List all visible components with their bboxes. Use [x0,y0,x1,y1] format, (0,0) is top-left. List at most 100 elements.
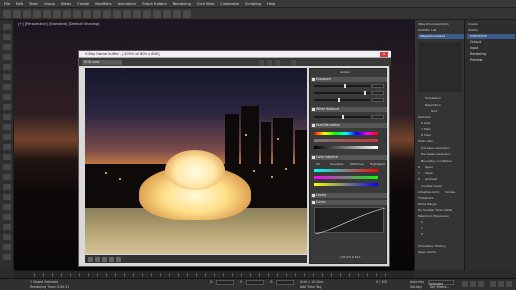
timeline[interactable] [14,270,414,278]
add-time-tag-button[interactable]: Add Time Tag [300,285,321,289]
magenta-green-ramp[interactable] [314,176,378,179]
tab-midtones[interactable]: Midtones [350,162,364,166]
stereo-icon[interactable] [102,256,107,262]
tool-icon[interactable] [3,54,11,60]
next-frame-icon[interactable] [470,281,476,287]
boundary-x-select[interactable]: Open [425,165,433,169]
tool-icon[interactable] [3,124,11,130]
save-icon[interactable] [259,59,264,65]
no-smaller-checkbox[interactable]: No Smaller Than Initial [418,208,452,212]
redo-icon[interactable] [13,9,21,18]
lightness-ramp[interactable] [314,146,378,149]
boundary-y-select[interactable]: Open [425,171,433,175]
auto-key-button[interactable]: Auto Key [410,280,424,284]
tool-icon[interactable] [3,154,11,160]
key-mode-select[interactable]: Selected [428,279,454,286]
tool-icon[interactable] [3,24,11,30]
tool-icon[interactable] [3,164,11,170]
exposure-slider[interactable] [314,84,370,88]
channel-select[interactable]: RGB color [82,59,122,65]
srgb-icon[interactable] [116,256,121,262]
unlink-icon[interactable] [33,9,41,18]
menu-customize[interactable]: Customize [220,2,239,6]
tool-icon[interactable] [3,204,11,210]
slider-knob[interactable] [344,84,346,88]
pan-icon[interactable] [498,281,504,287]
menu-help[interactable]: Help [267,2,275,6]
tool-icon[interactable] [3,84,11,90]
tool-icon[interactable] [3,214,11,220]
max-expansion-checkbox[interactable]: Maximum Expansion [418,214,449,218]
x-coord-field[interactable] [216,280,234,285]
select-icon[interactable] [43,9,51,18]
adaptive-grid-select[interactable]: Smoke [445,190,455,194]
tab-all[interactable]: All [316,162,320,166]
checkbox[interactable] [312,78,315,81]
rotate-icon[interactable] [73,9,81,18]
clear-icon[interactable] [267,59,272,65]
tool-icon[interactable] [3,134,11,140]
modifier-stack-item[interactable]: VRayVolumeGrid [418,34,464,39]
exposure-section[interactable]: Exposure [311,77,387,82]
object-name-field[interactable]: VRayVolumeGrid001 [418,22,449,26]
tool-icon[interactable] [3,94,11,100]
menu-rendering[interactable]: Rendering [173,2,191,6]
tool-icon[interactable] [3,34,11,40]
select-by-name-icon[interactable] [53,9,61,18]
checkbox[interactable] [312,201,315,204]
tab-shadows[interactable]: Shadows [330,162,343,166]
white-balance-value[interactable] [372,115,384,119]
simulation-rollout[interactable]: Simulation [425,96,441,100]
increase-resolution-button[interactable]: Increase resolution [421,146,450,150]
create-tab[interactable]: Create [468,22,478,26]
material-editor-icon[interactable] [153,9,161,18]
modifier-list[interactable]: Modifier List [418,28,436,32]
link-icon[interactable] [23,9,31,18]
rollout-input[interactable]: Input [467,46,515,51]
tool-icon[interactable] [3,64,11,70]
menu-modifiers[interactable]: Modifiers [95,2,111,6]
render-frame-icon[interactable] [173,9,181,18]
highlight-burn-slider[interactable] [314,91,370,95]
contrast-slider[interactable] [314,98,370,102]
white-balance-slider[interactable] [314,115,370,119]
contrast-value[interactable] [372,98,384,102]
tool-icon[interactable] [3,244,11,250]
render-setup-icon[interactable] [163,9,171,18]
menu-scripting[interactable]: Scripting [245,2,261,6]
render-image[interactable] [85,68,307,254]
menu-group[interactable]: Group [44,2,55,6]
tool-icon[interactable] [3,234,11,240]
lut-icon[interactable] [109,256,114,262]
highlight-burn-value[interactable] [372,91,384,95]
tab-highlights[interactable]: Highlights [370,162,385,166]
simulation-history-label[interactable]: Simulation History [418,244,446,248]
mirror-icon[interactable] [113,9,121,18]
menu-views[interactable]: Views [61,2,71,6]
hue-saturation-section[interactable]: Hue/Saturation [311,123,387,128]
scale-icon[interactable] [83,9,91,18]
tool-icon[interactable] [3,224,11,230]
history-icon[interactable] [88,256,93,262]
open-cache-button[interactable]: Open Cache [418,250,436,254]
play-icon[interactable] [462,281,468,287]
move-icon[interactable] [63,9,71,18]
tool-icon[interactable] [3,104,11,110]
menu-tools[interactable]: Tools [29,2,38,6]
confine-geom-label[interactable]: Confine Geom [421,184,442,188]
tool-icon[interactable] [3,74,11,80]
exposure-value[interactable] [372,84,384,88]
tool-icon[interactable] [3,174,11,180]
tool-icon[interactable] [3,194,11,200]
boundary-z-select[interactable]: Jammed [425,177,437,181]
lens-effects-icon[interactable] [95,256,100,262]
menu-file[interactable]: File [4,2,10,6]
extra-margin-label[interactable]: Extra Margin [418,202,437,206]
modify-tab[interactable]: Modify [468,28,478,32]
checkbox[interactable] [312,108,315,111]
set-key-button[interactable]: Set Key [410,285,422,289]
settings-icon[interactable] [291,59,296,65]
rollout-rendering[interactable]: Rendering [467,52,515,57]
saturation-ramp[interactable] [314,139,378,142]
y-coord-field[interactable] [246,280,264,285]
